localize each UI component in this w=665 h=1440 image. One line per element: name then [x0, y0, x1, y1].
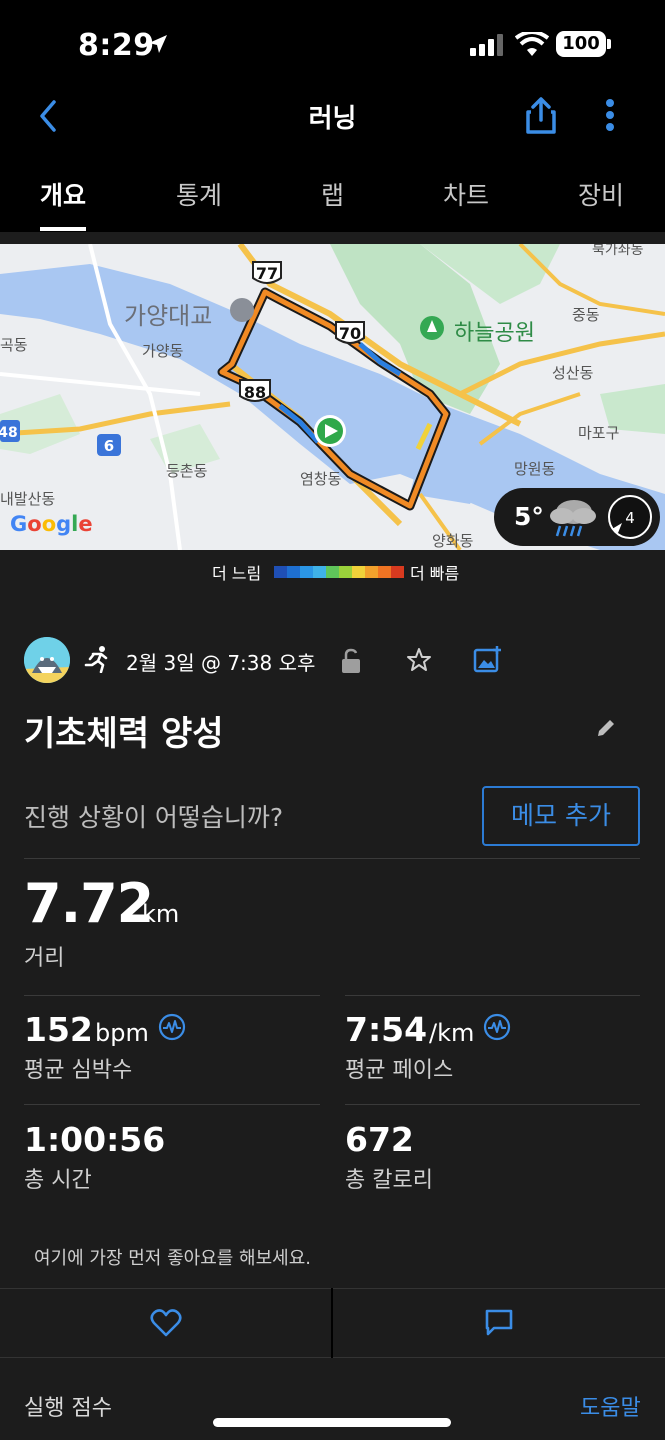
help-link[interactable]: 도움말 [580, 1390, 641, 1422]
activity-date: 2월 3일 @ 7:38 오후 [126, 651, 316, 675]
tabs-separator [0, 232, 665, 244]
svg-text:내발산동: 내발산동 [0, 490, 55, 508]
svg-text:70: 70 [339, 324, 361, 343]
svg-text:77: 77 [256, 264, 278, 283]
divider [24, 858, 640, 859]
activity-title: 기초체력 양성 [24, 714, 224, 754]
legend-swatch [378, 566, 391, 578]
svg-text:88: 88 [244, 383, 266, 402]
divider [345, 995, 640, 996]
favorite-star-icon[interactable] [405, 646, 433, 674]
svg-text:4: 4 [625, 509, 635, 527]
legend-swatch [313, 566, 326, 578]
page-title: 러닝 [308, 104, 357, 134]
divider [345, 1104, 640, 1105]
legend-swatch [300, 566, 313, 578]
like-prompt: 여기에 가장 먼저 좋아요를 해보세요. [34, 1248, 312, 1269]
heart-rate-chart-icon[interactable] [158, 1013, 186, 1041]
svg-text:곡동: 곡동 [0, 336, 28, 354]
legend-swatch [352, 566, 365, 578]
legend-slow-label: 더 느림 [212, 564, 262, 583]
svg-text:염창동: 염창동 [300, 470, 342, 488]
legend-swatch [326, 566, 339, 578]
distance-unit: km [142, 900, 180, 928]
more-vertical-icon[interactable] [604, 98, 616, 132]
wind-compass-icon: 4 [608, 495, 652, 539]
pace-legend: 더 느림 더 빠름 [0, 550, 665, 602]
pace-chart-icon[interactable] [483, 1013, 511, 1041]
svg-text:마포구: 마포구 [578, 424, 619, 442]
total-calories-label: 총 칼로리 [345, 1168, 433, 1193]
running-icon [84, 646, 108, 673]
divider [24, 995, 320, 996]
tab-bar: 개요 통계 랩 차트 장비 [0, 160, 665, 232]
avg-heart-rate-label: 평균 심박수 [24, 1058, 133, 1083]
cellular-signal-icon [470, 34, 503, 56]
battery-tip [607, 39, 611, 49]
shark-avatar-icon [24, 637, 70, 683]
home-indicator[interactable] [213, 1418, 451, 1427]
svg-text:가양대교: 가양대교 [124, 302, 212, 330]
avg-pace-label: 평균 페이스 [345, 1058, 454, 1083]
avatar[interactable] [24, 637, 70, 683]
avg-heart-rate-unit: bpm [95, 1019, 149, 1047]
add-memo-button[interactable]: 메모 추가 [482, 786, 640, 846]
legend-swatch [274, 566, 287, 578]
avg-pace-value: 7:54 [345, 1010, 428, 1049]
svg-text:48: 48 [0, 425, 18, 441]
svg-text:Google: Google [10, 512, 93, 536]
total-time-label: 총 시간 [24, 1168, 92, 1193]
legend-swatch [287, 566, 300, 578]
svg-text:등촌동: 등촌동 [166, 462, 208, 480]
location-arrow-icon [149, 35, 167, 53]
status-bar: 8:29 100 [0, 0, 665, 90]
action-separator [331, 1288, 333, 1358]
tab-overview[interactable]: 개요 [40, 176, 86, 212]
svg-text:북가좌동: 북가좌동 [592, 244, 644, 258]
distance-value: 7.72 [24, 872, 154, 935]
tab-stats[interactable]: 통계 [176, 176, 222, 212]
like-heart-icon[interactable] [150, 1308, 182, 1338]
tab-laps[interactable]: 랩 [321, 176, 344, 212]
legend-swatch [391, 566, 404, 578]
svg-text:가양동: 가양동 [142, 342, 184, 360]
add-photo-icon[interactable] [473, 645, 503, 673]
privacy-unlock-icon[interactable] [340, 648, 362, 674]
share-icon[interactable] [523, 96, 559, 136]
tab-charts[interactable]: 차트 [443, 176, 489, 212]
comment-icon[interactable] [484, 1308, 514, 1338]
execution-score-label: 실행 점수 [24, 1396, 112, 1421]
rain-cloud-icon [550, 500, 596, 537]
active-tab-indicator [40, 227, 86, 231]
avg-heart-rate-value: 152 [24, 1010, 93, 1049]
svg-text:양화동: 양화동 [432, 532, 474, 550]
svg-text:성산동: 성산동 [552, 364, 594, 382]
legend-color-bar [274, 566, 404, 578]
svg-text:하늘공원: 하늘공원 [454, 321, 535, 346]
total-time-value: 1:00:56 [24, 1120, 166, 1159]
tab-gear[interactable]: 장비 [578, 176, 624, 212]
battery-icon: 100 [556, 31, 606, 57]
progress-prompt: 진행 상황이 어떻습니까? [24, 803, 284, 832]
nav-header: 러닝 [0, 90, 665, 146]
svg-text:중동: 중동 [572, 306, 600, 324]
divider [24, 1104, 320, 1105]
svg-text:망원동: 망원동 [514, 460, 556, 478]
legend-fast-label: 더 빠름 [410, 564, 460, 583]
legend-swatch [365, 566, 378, 578]
wifi-icon [515, 32, 549, 56]
weather-temperature: 5° [514, 502, 544, 531]
edit-pencil-icon[interactable] [594, 716, 618, 740]
weather-badge: 5° 4 [494, 488, 660, 546]
status-time: 8:29 [78, 28, 155, 63]
legend-swatch [339, 566, 352, 578]
avg-pace-unit: /km [429, 1019, 475, 1047]
svg-text:6: 6 [104, 437, 114, 455]
total-calories-value: 672 [345, 1120, 414, 1159]
distance-label: 거리 [24, 946, 65, 971]
